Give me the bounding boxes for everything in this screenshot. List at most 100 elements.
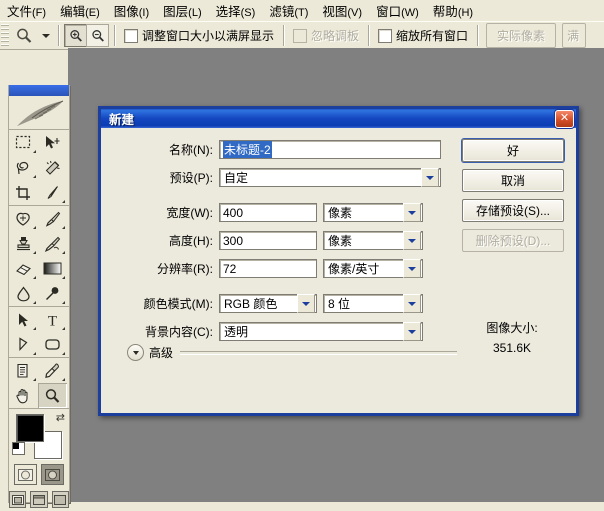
fit-window-checkbox[interactable]: 调整窗口大小以满屏显示 [120, 27, 278, 44]
name-input[interactable]: 未标题-2 [219, 140, 441, 159]
dialog-button-column: 好 取消 存储预设(S)... 删除预设(D)... [462, 139, 564, 259]
full-screen-menubar-mode[interactable] [30, 491, 48, 508]
crop-tool[interactable] [9, 180, 38, 205]
menu-mnemonic: (H) [457, 6, 474, 19]
close-icon[interactable]: ✕ [555, 109, 574, 128]
options-bar-grip[interactable] [1, 24, 9, 47]
field-row-color-mode: 颜色模式(M): RGB 颜色 8 位 [101, 293, 576, 314]
blur-tool[interactable] [9, 281, 38, 306]
pen-tool[interactable] [9, 332, 38, 357]
name-label: 名称(N): [169, 143, 213, 157]
shape-tool[interactable] [38, 332, 67, 357]
chevron-down-icon[interactable] [39, 33, 53, 38]
chevron-down-icon[interactable] [403, 322, 421, 341]
menu-label: 选择 [215, 4, 241, 19]
full-screen-mode[interactable] [51, 491, 69, 508]
tool-group-retouch [9, 206, 69, 307]
menu-mnemonic: (L) [188, 6, 202, 19]
quick-mask-mode[interactable] [41, 464, 64, 485]
menu-item-filter[interactable]: 滤镜(T) [262, 0, 315, 23]
chevron-down-icon[interactable] [403, 294, 421, 313]
chevron-down-icon[interactable] [403, 259, 421, 278]
hand-tool[interactable] [9, 383, 38, 408]
zoom-tool[interactable] [38, 383, 67, 408]
height-input[interactable]: 300 [219, 231, 317, 250]
menu-item-window[interactable]: 窗口(W) [369, 0, 426, 23]
toolbox-titlebar[interactable] [9, 85, 69, 96]
checkbox-box[interactable] [124, 28, 138, 43]
flyout-triangle-icon [33, 276, 36, 279]
flyout-triangle-icon [33, 352, 36, 355]
menu-item-layer[interactable]: 图层(L) [156, 0, 208, 23]
resolution-input[interactable]: 72 [219, 259, 317, 278]
new-document-dialog: 新建 ✕ 名称(N): 未标题-2 预设(P): 自定 宽度(W): 400 像… [98, 106, 579, 416]
type-tool[interactable]: T [38, 307, 67, 332]
magic-wand-tool[interactable] [38, 155, 67, 180]
flyout-triangle-icon [62, 200, 65, 203]
marquee-tool[interactable] [9, 130, 38, 155]
healing-brush-tool[interactable] [9, 206, 38, 231]
background-contents-select[interactable]: 透明 [219, 322, 423, 341]
chevron-down-icon[interactable] [127, 344, 144, 361]
foreground-color-swatch[interactable] [16, 414, 44, 442]
default-colors-icon[interactable] [12, 442, 25, 455]
flyout-triangle-icon [62, 378, 65, 381]
advanced-section[interactable]: 高级 [127, 344, 457, 361]
eraser-tool[interactable] [9, 256, 38, 281]
swap-colors-icon[interactable]: ⇄ [56, 411, 65, 424]
color-mode-select[interactable]: RGB 颜色 [219, 294, 317, 313]
menu-mnemonic: (T) [294, 6, 309, 19]
menu-label: 编辑 [60, 4, 86, 19]
gradient-tool[interactable] [38, 256, 67, 281]
path-selection-tool[interactable] [9, 307, 38, 332]
standard-mask-mode[interactable] [14, 464, 37, 485]
tool-grid: T [9, 130, 69, 409]
flyout-triangle-icon [33, 226, 36, 229]
divider [114, 25, 115, 46]
fit-window-label: 调整窗口大小以满屏显示 [142, 29, 275, 43]
standard-screen-mode[interactable] [9, 491, 27, 508]
move-tool[interactable] [38, 130, 67, 155]
save-preset-button[interactable]: 存储预设(S)... [462, 199, 564, 222]
preset-select[interactable]: 自定 [219, 168, 441, 187]
menu-item-image[interactable]: 图像(I) [107, 0, 156, 23]
name-input-value: 未标题-2 [223, 141, 272, 158]
dodge-tool[interactable] [38, 281, 67, 306]
fit-screen-button: 满 [562, 23, 587, 48]
menu-item-view[interactable]: 视图(V) [315, 0, 369, 23]
height-unit-select[interactable]: 像素 [323, 231, 423, 250]
chevron-down-icon[interactable] [421, 168, 439, 187]
menu-item-help[interactable]: 帮助(H) [426, 0, 480, 23]
options-bar: 调整窗口大小以满屏显示 忽略调板 缩放所有窗口 实际像素 满 [0, 21, 604, 50]
history-brush-tool[interactable] [38, 231, 67, 256]
menu-item-edit[interactable]: 编辑(E) [53, 0, 107, 23]
clone-stamp-tool[interactable] [9, 231, 38, 256]
eyedropper-tool[interactable] [38, 358, 67, 383]
chevron-down-icon[interactable] [403, 231, 421, 250]
tool-group-nav [9, 358, 69, 409]
menu-item-select[interactable]: 选择(S) [209, 0, 263, 23]
chevron-down-icon[interactable] [403, 203, 421, 222]
ok-button[interactable]: 好 [462, 139, 564, 162]
menu-label: 图像 [113, 4, 139, 19]
menu-label: 视图 [322, 4, 348, 19]
color-swatches: ⇄ [9, 409, 69, 461]
bit-depth-select[interactable]: 8 位 [323, 294, 423, 313]
dialog-titlebar[interactable]: 新建 ✕ [98, 106, 579, 128]
brush-tool[interactable] [38, 206, 67, 231]
flyout-triangle-icon [33, 327, 36, 330]
zoom-in-icon[interactable] [64, 24, 87, 47]
menu-item-file[interactable]: 文件(F) [0, 0, 53, 23]
notes-tool[interactable] [9, 358, 38, 383]
zoom-all-windows-checkbox[interactable]: 缩放所有窗口 [374, 27, 472, 44]
lasso-tool[interactable] [9, 155, 38, 180]
screen-mode-row [9, 488, 69, 511]
resolution-unit-select[interactable]: 像素/英寸 [323, 259, 423, 278]
width-input[interactable]: 400 [219, 203, 317, 222]
width-unit-select[interactable]: 像素 [323, 203, 423, 222]
zoom-out-icon[interactable] [86, 24, 109, 47]
chevron-down-icon[interactable] [297, 294, 315, 313]
checkbox-box[interactable] [378, 28, 393, 43]
slice-tool[interactable] [38, 180, 67, 205]
cancel-button[interactable]: 取消 [462, 169, 564, 192]
